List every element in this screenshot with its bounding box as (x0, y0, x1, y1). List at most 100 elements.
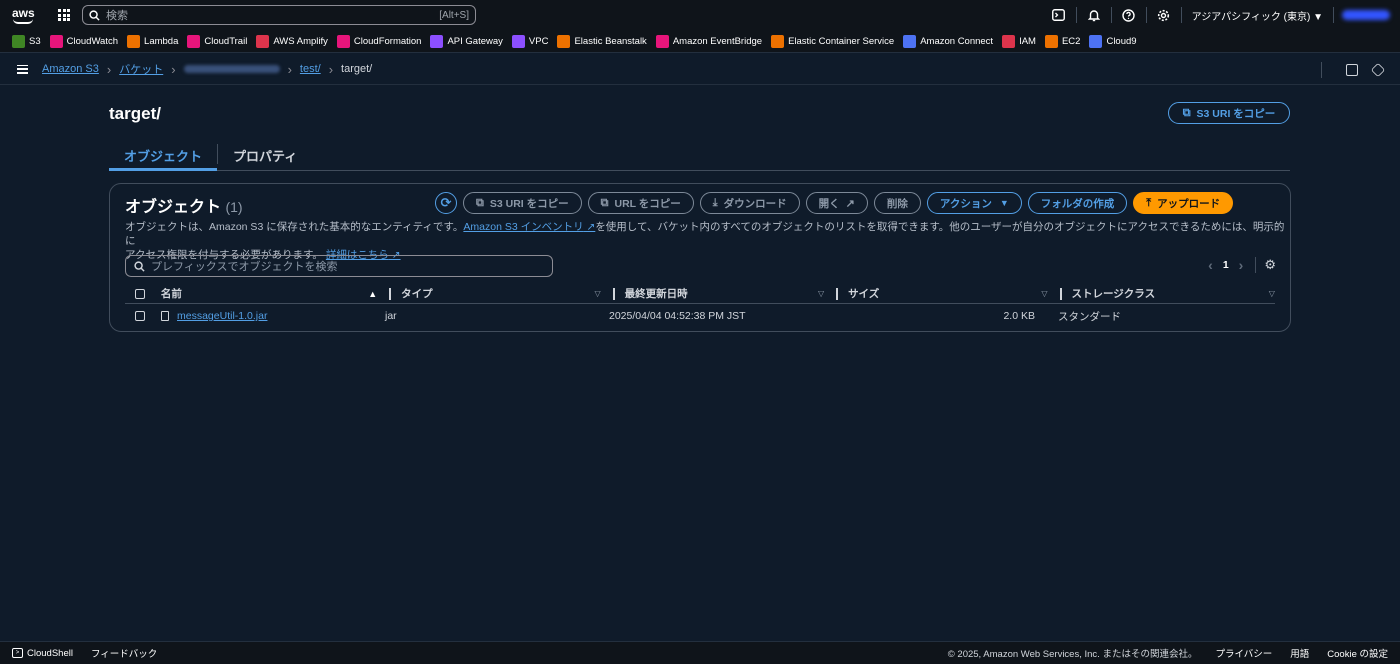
service-icon (1089, 34, 1103, 48)
breadcrumb-buckets[interactable]: バケット (119, 61, 163, 77)
column-header-type[interactable]: タイプ ▽ (401, 284, 600, 304)
service-icon (49, 34, 63, 48)
download-icon: ⤓ (712, 196, 718, 209)
service-icon (1044, 34, 1058, 48)
object-link[interactable]: messageUtil-1.0.jar (177, 310, 267, 322)
column-resizer[interactable] (612, 287, 615, 300)
table-row[interactable]: messageUtil-1.0.jar jar 2025/04/04 04:52… (125, 306, 1275, 326)
favorite-amazon-connect[interactable]: Amazon Connect (903, 34, 993, 48)
create-folder-button[interactable]: フォルダの作成 (1027, 192, 1128, 214)
chevron-right-icon: › (328, 61, 334, 77)
column-header-name[interactable]: 名前 ▲ (161, 284, 377, 304)
select-all-checkbox[interactable] (135, 288, 145, 299)
feedback-link[interactable]: フィードバック (91, 646, 157, 660)
column-resizer[interactable] (836, 287, 839, 300)
console-footer: > CloudShell フィードバック © 2025, Amazon Web … (0, 641, 1400, 664)
create-folder-label: フォルダの作成 (1040, 197, 1115, 210)
favorite-lambda[interactable]: Lambda (127, 34, 178, 48)
service-icon (256, 34, 270, 48)
favorite-elastic-beanstalk[interactable]: Elastic Beanstalk (557, 34, 647, 48)
services-menu-icon[interactable] (58, 9, 70, 21)
search-input[interactable]: 検索 [Alt+S] (82, 5, 476, 25)
favorite-label: S3 (29, 35, 41, 47)
aws-logo-smile (13, 19, 33, 24)
copy-s3-uri-action-label: S3 URI をコピー (489, 197, 569, 210)
column-header-last-modified[interactable]: 最終更新日時 ▽ (625, 284, 824, 304)
favorite-label: API Gateway (447, 35, 503, 47)
divider (1333, 7, 1334, 23)
favorite-api-gateway[interactable]: API Gateway (430, 34, 503, 48)
caret-down-icon: ▼ (999, 198, 1009, 208)
current-page-number[interactable]: 1 (1223, 259, 1229, 271)
breadcrumb-bucket-name-redacted[interactable] (183, 65, 280, 73)
copy-s3-uri-disabled-button[interactable]: ⧉ S3 URI をコピー (463, 192, 582, 214)
service-icon (127, 34, 141, 48)
column-type-label: タイプ (401, 288, 433, 300)
notifications-panel-icon[interactable] (1370, 62, 1386, 78)
favorite-cloudtrail[interactable]: CloudTrail (187, 34, 247, 48)
favorite-ec2[interactable]: EC2 (1044, 34, 1081, 48)
service-icon (903, 34, 917, 48)
copy-url-button[interactable]: ⧉ URL をコピー (587, 192, 694, 214)
breadcrumb-amazon-s3[interactable]: Amazon S3 (42, 63, 99, 75)
region-selector[interactable]: アジアパシフィック (東京) ▼ (1192, 8, 1323, 23)
service-icon (557, 34, 571, 48)
external-link-icon: ↗ (845, 197, 855, 210)
open-button[interactable]: 開く ↗ (805, 192, 868, 214)
cloudshell-icon[interactable] (1052, 8, 1066, 22)
search-icon (89, 9, 100, 21)
row-checkbox[interactable] (135, 311, 145, 321)
favorite-cloud9[interactable]: Cloud9 (1089, 34, 1137, 48)
cell-last-modified: 2025/04/04 04:52:38 PM JST (609, 310, 746, 322)
chevron-right-icon: › (287, 61, 292, 77)
tab-properties[interactable]: プロパティ (218, 142, 312, 171)
sort-icon: ▽ (1041, 289, 1048, 298)
search-shortcut: [Alt+S] (439, 9, 469, 21)
sort-icon: ▽ (817, 289, 825, 298)
sort-icon: ▽ (1268, 289, 1275, 298)
object-filter-input[interactable]: プレフィックスでオブジェクトを検索 (125, 255, 553, 277)
column-header-size[interactable]: サイズ ▽ (848, 284, 1047, 304)
upload-icon: ⤒ (1146, 196, 1152, 209)
previous-page-icon[interactable]: ‹ (1208, 257, 1213, 273)
inventory-link[interactable]: Amazon S3 インベントリ ↗ (463, 221, 595, 233)
help-icon[interactable] (1122, 8, 1136, 22)
objects-panel: オブジェクト (1) ⟳ ⧉ S3 URI をコピー ⧉ URL をコピー ⤓ … (109, 183, 1291, 332)
next-page-icon[interactable]: › (1239, 257, 1244, 273)
copy-s3-uri-button[interactable]: ⧉ S3 URI をコピー (1168, 102, 1290, 124)
column-header-storage-class[interactable]: ストレージクラス ▽ (1072, 284, 1275, 304)
favorite-aws-amplify[interactable]: AWS Amplify (256, 34, 328, 48)
favorite-elastic-container-service[interactable]: Elastic Container Service (771, 34, 894, 48)
favorite-vpc[interactable]: VPC (511, 34, 548, 48)
settings-gear-icon[interactable] (1157, 8, 1171, 22)
privacy-link[interactable]: プライバシー (1215, 646, 1272, 660)
download-button[interactable]: ⤓ ダウンロード (699, 192, 800, 214)
aws-logo[interactable]: aws (12, 5, 36, 25)
favorite-s3[interactable]: S3 (12, 34, 41, 48)
tab-objects[interactable]: オブジェクト (109, 142, 218, 171)
upload-button[interactable]: ⤒ アップロード (1133, 192, 1234, 214)
actions-dropdown-button[interactable]: アクション ▼ (926, 192, 1022, 214)
column-resizer[interactable] (1059, 287, 1062, 300)
side-panel-toggle-icon[interactable] (1346, 64, 1358, 76)
column-resizer[interactable] (389, 287, 392, 300)
cloudshell-button[interactable]: > CloudShell (12, 648, 73, 659)
notifications-bell-icon[interactable] (1087, 8, 1101, 22)
breadcrumb-folder[interactable]: test/ (300, 63, 321, 75)
delete-button[interactable]: 削除 (873, 192, 921, 214)
cookie-settings-link[interactable]: Cookie の設定 (1327, 646, 1388, 660)
refresh-icon[interactable]: ⟳ (435, 192, 457, 214)
cell-name: messageUtil-1.0.jar (161, 310, 380, 322)
hamburger-menu-icon[interactable] (17, 64, 28, 74)
account-menu[interactable] (1342, 10, 1390, 20)
favorite-cloudwatch[interactable]: CloudWatch (49, 34, 118, 48)
favorite-cloudformation[interactable]: CloudFormation (336, 34, 421, 48)
table-preferences-gear-icon[interactable]: ⚙ (1264, 257, 1276, 273)
chevron-right-icon: › (171, 61, 176, 77)
download-label: ダウンロード (723, 197, 787, 210)
favorite-iam[interactable]: IAM (1002, 34, 1036, 48)
favorite-amazon-eventbridge[interactable]: Amazon EventBridge (655, 34, 763, 48)
terms-link[interactable]: 用語 (1290, 646, 1309, 660)
favorite-label: EC2 (1061, 35, 1081, 47)
favorite-label: Amazon EventBridge (672, 35, 763, 47)
